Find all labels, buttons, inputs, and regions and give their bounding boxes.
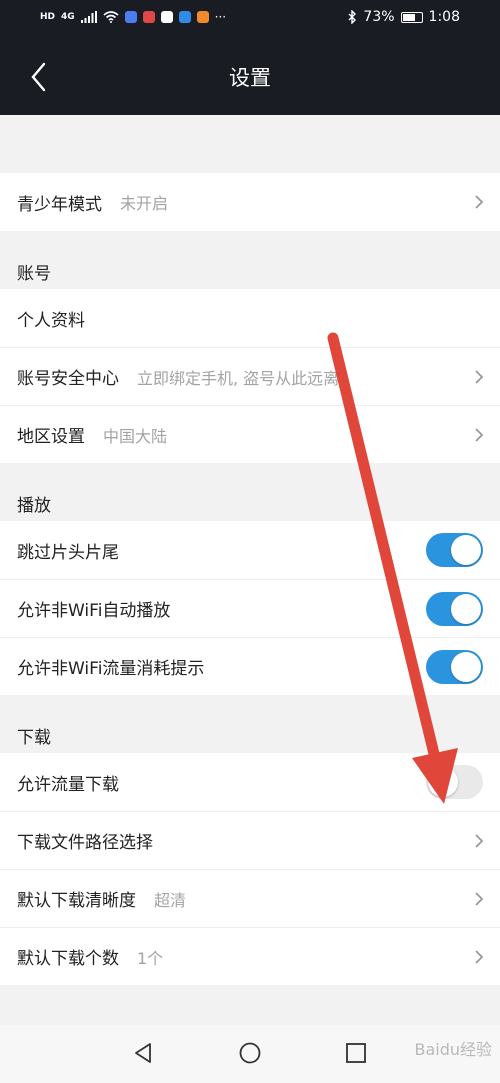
section-header-account: 账号 [17, 264, 51, 284]
row-label: 默认下载个数 [17, 949, 119, 969]
non-wifi-data-alert-toggle[interactable] [426, 650, 483, 684]
shield-app-icon [160, 11, 173, 23]
bluetooth-icon [348, 10, 357, 24]
hd-tag: HD [40, 12, 56, 22]
nav-home-icon[interactable] [239, 1042, 261, 1064]
signal-icon [80, 11, 97, 23]
data-download-toggle[interactable] [426, 765, 483, 799]
download-quality-row[interactable]: 默认下载清晰度 超清 [0, 869, 500, 927]
battery-icon [400, 11, 423, 23]
battery-fill [402, 13, 415, 21]
clock: 1:08 [428, 9, 460, 25]
nav-recent-icon[interactable] [345, 1042, 367, 1064]
page-title: 设置 [229, 66, 271, 90]
toggle-knob [451, 535, 481, 565]
chevron-right-icon [475, 370, 484, 384]
row-label: 跳过片头片尾 [17, 542, 119, 563]
non-wifi-autoplay-row: 允许非WiFi自动播放 [0, 579, 500, 637]
watermark: Baidu经验 [414, 1040, 492, 1059]
chevron-right-icon [475, 834, 484, 848]
status-bar-left: HD 4G ··· [40, 10, 226, 24]
nav-bar: 设置 [0, 38, 500, 115]
row-value: 1个 [137, 948, 164, 968]
row-label: 个人资料 [17, 310, 85, 331]
non-wifi-autoplay-toggle[interactable] [426, 592, 483, 626]
chevron-right-icon [475, 428, 484, 442]
row-label: 地区设置 [17, 427, 85, 447]
skip-intro-row: 跳过片头片尾 [0, 521, 500, 579]
row-label: 允许非WiFi流量消耗提示 [17, 659, 205, 679]
top-spacer [0, 115, 500, 173]
data-download-row: 允许流量下载 [0, 753, 500, 811]
row-value: 立即绑定手机, 盗号从此远离 [137, 368, 340, 388]
settings-list: 青少年模式 未开启 账号 个人资料 账号安全中心 立即绑定手机, 盗号从此远离 … [0, 115, 500, 985]
non-wifi-data-alert-row: 允许非WiFi流量消耗提示 [0, 637, 500, 695]
toggle-knob [428, 767, 458, 797]
row-label: 青少年模式 [17, 194, 102, 215]
wifi-icon [103, 11, 119, 23]
download-card: 允许流量下载 下载文件路径选择 默认下载清晰度 超清 默认下载个数 1个 [0, 753, 500, 985]
toggle-knob [451, 594, 481, 624]
chevron-right-icon [475, 892, 484, 906]
account-security-row[interactable]: 账号安全中心 立即绑定手机, 盗号从此远离 [0, 347, 500, 405]
youth-card: 青少年模式 未开启 [0, 173, 500, 231]
row-label: 账号安全中心 [17, 369, 119, 389]
region-row[interactable]: 地区设置 中国大陆 [0, 405, 500, 463]
download-count-row[interactable]: 默认下载个数 1个 [0, 927, 500, 985]
row-label: 允许流量下载 [17, 774, 119, 795]
row-label: 默认下载清晰度 [17, 891, 136, 911]
download-path-row[interactable]: 下载文件路径选择 [0, 811, 500, 869]
status-bar: HD 4G ··· 73% 1:08 [0, 0, 500, 38]
chevron-right-icon [475, 950, 484, 964]
skip-intro-toggle[interactable] [426, 533, 483, 567]
signal-tag: 4G [61, 12, 75, 22]
music-app-icon [124, 11, 137, 23]
blue-app-icon [178, 11, 191, 23]
account-card: 个人资料 账号安全中心 立即绑定手机, 盗号从此远离 地区设置 中国大陆 [0, 289, 500, 463]
section-header-playback: 播放 [17, 496, 51, 516]
status-bar-right: 73% 1:08 [348, 9, 460, 25]
row-label: 下载文件路径选择 [17, 833, 153, 853]
orange-app-icon [196, 11, 209, 23]
nav-back-icon[interactable] [132, 1042, 154, 1064]
row-label: 允许非WiFi自动播放 [17, 601, 171, 621]
playback-card: 跳过片头片尾 允许非WiFi自动播放 允许非WiFi流量消耗提示 [0, 521, 500, 695]
profile-row[interactable]: 个人资料 [0, 289, 500, 347]
section-header-download: 下载 [17, 728, 51, 748]
toggle-knob [451, 652, 481, 682]
row-value: 未开启 [120, 194, 169, 213]
row-value: 超清 [154, 890, 187, 910]
more-notifications-icon: ··· [214, 10, 227, 24]
battery-percent: 73% [363, 9, 395, 25]
youth-mode-row[interactable]: 青少年模式 未开启 [0, 173, 500, 231]
red-app-icon [142, 11, 155, 23]
row-value: 中国大陆 [103, 426, 168, 446]
chevron-right-icon [475, 195, 484, 209]
